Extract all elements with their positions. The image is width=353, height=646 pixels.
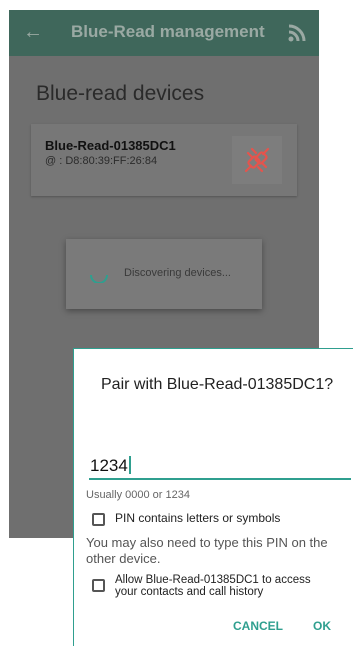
spinner-icon bbox=[90, 274, 108, 283]
device-mac: @ : D8:80:39:FF:26:84 bbox=[45, 155, 158, 167]
plug-disconnected-icon bbox=[244, 147, 270, 173]
section-title: Blue-read devices bbox=[36, 82, 205, 105]
connect-button[interactable] bbox=[232, 136, 282, 184]
progress-dialog: Discovering devices... bbox=[66, 239, 262, 309]
pin-hint: Usually 0000 or 1234 bbox=[86, 489, 190, 501]
ok-button[interactable]: OK bbox=[313, 619, 331, 633]
cancel-button[interactable]: CANCEL bbox=[233, 619, 283, 633]
device-card[interactable]: Blue-Read-01385DC1 @ : D8:80:39:FF:26:84 bbox=[31, 124, 297, 196]
text-caret bbox=[128, 456, 131, 474]
arrow-left-icon[interactable]: ← bbox=[23, 20, 45, 44]
app-bar: ← Blue-Read management bbox=[9, 10, 319, 56]
contacts-access-label: Allow Blue-Read-01385DC1 to access your … bbox=[115, 574, 311, 598]
pin-letters-checkbox[interactable] bbox=[92, 513, 105, 526]
pin-letters-option[interactable]: PIN contains letters or symbols bbox=[92, 512, 280, 526]
device-name: Blue-Read-01385DC1 bbox=[45, 138, 176, 153]
progress-text: Discovering devices... bbox=[124, 267, 231, 279]
contacts-access-checkbox[interactable] bbox=[92, 579, 105, 592]
pin-input[interactable]: 1234 bbox=[89, 456, 351, 480]
pair-dialog: Pair with Blue-Read-01385DC1? 1234 Usual… bbox=[73, 348, 353, 646]
app-title: Blue-Read management bbox=[71, 22, 265, 41]
contacts-access-option[interactable]: Allow Blue-Read-01385DC1 to access your … bbox=[92, 574, 335, 598]
pin-letters-label: PIN contains letters or symbols bbox=[115, 511, 281, 525]
pin-value: 1234 bbox=[90, 456, 128, 475]
rss-icon[interactable] bbox=[288, 24, 308, 42]
dialog-title: Pair with Blue-Read-01385DC1? bbox=[101, 376, 334, 393]
pin-note: You may also need to type this PIN on th… bbox=[86, 535, 328, 566]
